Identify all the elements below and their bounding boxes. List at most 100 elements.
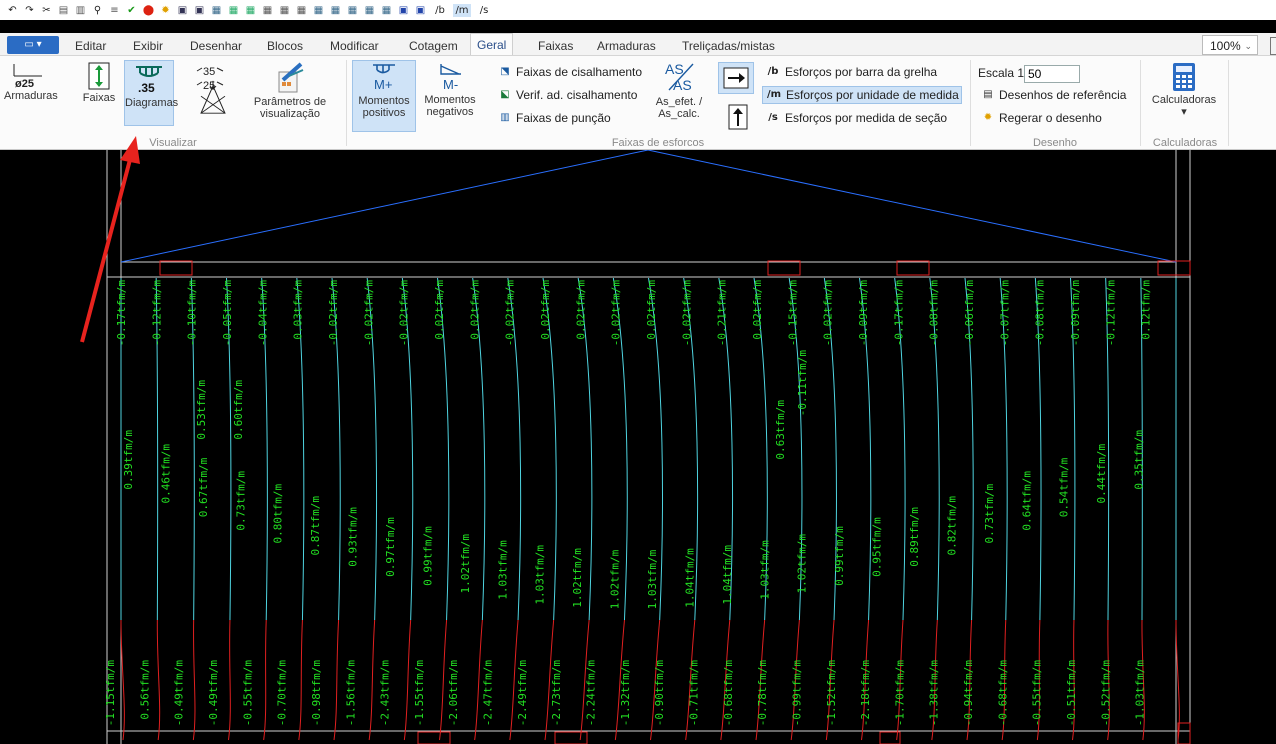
mid-moment-label: 1.02tfm/m bbox=[796, 534, 809, 594]
file-menu-button[interactable]: ▭ ▾ bbox=[7, 36, 59, 54]
stop-icon[interactable]: ⬤ bbox=[142, 4, 155, 17]
bottom-moment-label: -2.47tfm/m bbox=[482, 660, 495, 727]
toolbar-tool-icon[interactable]: ▦ bbox=[227, 4, 240, 17]
verif-cisalhamento-button[interactable]: ⬕ Verif. ad. cisalhamento bbox=[497, 88, 637, 102]
upper-moment-label: 0.53tfm/m bbox=[195, 380, 208, 440]
group-separator bbox=[346, 60, 347, 146]
bottom-moment-label: -0.49tfm/m bbox=[207, 660, 220, 727]
zoom-select[interactable]: 100% ⌄ bbox=[1202, 35, 1258, 55]
tab-blocos[interactable]: Blocos bbox=[267, 38, 303, 54]
per-section-icon: /s bbox=[768, 112, 778, 123]
regen-icon[interactable]: ✹ bbox=[159, 4, 172, 17]
tab-modificar[interactable]: Modificar bbox=[330, 38, 379, 54]
direction-horizontal-button[interactable] bbox=[718, 62, 754, 94]
svg-text:M+: M+ bbox=[374, 77, 392, 92]
bottom-moment-label: -1.56tfm/m bbox=[344, 660, 357, 727]
top-moment-label: -0.12tfm/m bbox=[1104, 280, 1117, 347]
cut-icon[interactable]: ✂ bbox=[40, 4, 53, 17]
paste-icon[interactable]: ▥ bbox=[74, 4, 87, 17]
undo-icon[interactable]: ↶ bbox=[6, 4, 19, 17]
tab-cotagem[interactable]: Cotagem bbox=[409, 38, 458, 54]
momentos-negativos-button[interactable]: M- Momentos negativos bbox=[418, 62, 482, 118]
bottom-moment-label: -1.15tfm/m bbox=[104, 660, 117, 727]
faixas-button[interactable]: Faixas bbox=[80, 62, 118, 104]
diagram-values-button[interactable]: 35 25 bbox=[190, 62, 236, 132]
toolbar-tool-icon[interactable]: ▦ bbox=[312, 4, 325, 17]
escala-input[interactable] bbox=[1024, 65, 1080, 83]
toolbar-tool-icon[interactable]: ▦ bbox=[261, 4, 274, 17]
per-unit-icon[interactable]: /m bbox=[453, 3, 471, 17]
mid-moment-label: 1.03tfm/m bbox=[496, 540, 509, 600]
as-efet-as-calc-button[interactable]: AS AS As_efet. / As_calc. bbox=[648, 60, 710, 120]
negative-moment-curve bbox=[333, 619, 340, 741]
tab-armaduras[interactable]: Armaduras bbox=[597, 38, 656, 54]
diagramas-button[interactable]: .35 Diagramas bbox=[124, 60, 178, 126]
save-as-icon[interactable]: ▣ bbox=[193, 4, 206, 17]
mid-moment-label: 1.03tfm/m bbox=[758, 540, 771, 600]
mid-moment-label: 0.82tfm/m bbox=[945, 496, 958, 556]
mpos-line1: Momentos bbox=[358, 95, 410, 107]
toolbar-tool-icon[interactable]: ▦ bbox=[295, 4, 308, 17]
toolbar-tool-icon[interactable]: ▣ bbox=[397, 4, 410, 17]
momentos-positivos-button[interactable]: M+ Momentos positivos bbox=[352, 60, 416, 132]
desenhos-referencia-button[interactable]: ▤ Desenhos de referência bbox=[980, 88, 1126, 102]
text-height-icon[interactable]: ≡ bbox=[108, 4, 121, 17]
regerar-desenho-button[interactable]: ✹ Regerar o desenho bbox=[980, 111, 1102, 125]
copy-icon[interactable]: ▤ bbox=[57, 4, 70, 17]
bottom-moment-label: -0.68tfm/m bbox=[996, 660, 1009, 727]
tab-exibir[interactable]: Exibir bbox=[133, 38, 163, 54]
tab-trelicadas-mistas[interactable]: Treliçadas/mistas bbox=[682, 38, 775, 54]
arrow-up-icon bbox=[728, 104, 748, 130]
tab-faixas[interactable]: Faixas bbox=[538, 38, 573, 54]
desenhos-ref-label: Desenhos de referência bbox=[999, 88, 1127, 102]
mid-moment-label: 0.99tfm/m bbox=[833, 526, 846, 586]
annotation-arrow-icon bbox=[80, 136, 140, 343]
regenerate-icon: ✹ bbox=[983, 112, 993, 123]
shear-verify-icon: ⬕ bbox=[500, 89, 510, 100]
redo-icon[interactable]: ↷ bbox=[23, 4, 36, 17]
tab-geral[interactable]: Geral bbox=[470, 33, 514, 56]
cisalhamento-label: Faixas de cisalhamento bbox=[516, 65, 643, 79]
toolbar-tool-icon[interactable]: ▣ bbox=[414, 4, 427, 17]
esforcos-por-barra-button[interactable]: /b Esforços por barra da grelha bbox=[764, 65, 938, 79]
positive-moment-icon: M+ bbox=[373, 64, 395, 92]
save-icon[interactable]: ▣ bbox=[176, 4, 189, 17]
mneg-line1: Momentos bbox=[424, 94, 476, 106]
mid-moment-label: 0.67tfm/m bbox=[197, 457, 210, 517]
top-moment-label: -0.09tfm/m bbox=[1069, 280, 1082, 347]
drawing-canvas[interactable]: -0.17tfm/m -0.12tfm/m -0.10tfm/m -0.05tfm/m… bbox=[0, 150, 1276, 744]
check-icon[interactable]: ✔ bbox=[125, 4, 138, 17]
top-moment-label: -0.02tfm/m bbox=[327, 280, 340, 347]
as-line1: As_efet. / bbox=[655, 96, 703, 108]
faixas-cisalhamento-button[interactable]: ⬔ Faixas de cisalhamento bbox=[497, 65, 642, 79]
toolbar-tool-icon[interactable]: ▦ bbox=[244, 4, 257, 17]
tab-desenhar[interactable]: Desenhar bbox=[190, 38, 242, 54]
upper-moment-label: 0.63tfm/m bbox=[774, 400, 787, 460]
find-icon[interactable]: ⚲ bbox=[91, 4, 104, 17]
direction-vertical-button[interactable] bbox=[728, 104, 748, 130]
bottom-moment-label: -0.49tfm/m bbox=[173, 660, 186, 727]
armaduras-label: Armaduras bbox=[4, 90, 58, 102]
tab-editar[interactable]: Editar bbox=[75, 38, 106, 54]
mid-moment-label: 0.97tfm/m bbox=[384, 517, 397, 577]
bottom-moment-label: -1.55tfm/m bbox=[413, 660, 426, 727]
toolbar-tool-icon[interactable]: ▦ bbox=[363, 4, 376, 17]
toolbar-tool-icon[interactable]: ▦ bbox=[329, 4, 342, 17]
faixas-puncao-button[interactable]: ▥ Faixas de punção bbox=[497, 111, 610, 125]
parametros-visualizacao-button[interactable]: Parâmetros de visualização bbox=[250, 62, 330, 120]
esforcos-por-secao-button[interactable]: /s Esforços por medida de seção bbox=[764, 111, 947, 125]
param-line1: Parâmetros de bbox=[253, 96, 327, 108]
top-moment-label: -0.06tfm/m bbox=[963, 280, 976, 347]
calculator-icon bbox=[1173, 63, 1195, 91]
structure-outline bbox=[106, 150, 1191, 744]
armaduras-button[interactable]: ø25 Armaduras bbox=[4, 62, 58, 102]
toolbar-tool-icon[interactable]: ▦ bbox=[346, 4, 359, 17]
per-section-icon[interactable]: /s bbox=[475, 4, 493, 17]
calculadoras-button[interactable]: Calculadoras ▾ bbox=[1146, 62, 1222, 118]
toolbar-tool-icon[interactable]: ▦ bbox=[278, 4, 291, 17]
per-bar-icon[interactable]: /b bbox=[431, 4, 449, 17]
diagram-labels: -0.17tfm/m -0.12tfm/m -0.10tfm/m -0.05tfm/m… bbox=[104, 280, 1153, 727]
esforcos-por-unidade-button[interactable]: /m Esforços por unidade de medida bbox=[762, 86, 962, 104]
toolbar-tool-icon[interactable]: ▦ bbox=[380, 4, 393, 17]
toolbar-tool-icon[interactable]: ▦ bbox=[210, 4, 223, 17]
